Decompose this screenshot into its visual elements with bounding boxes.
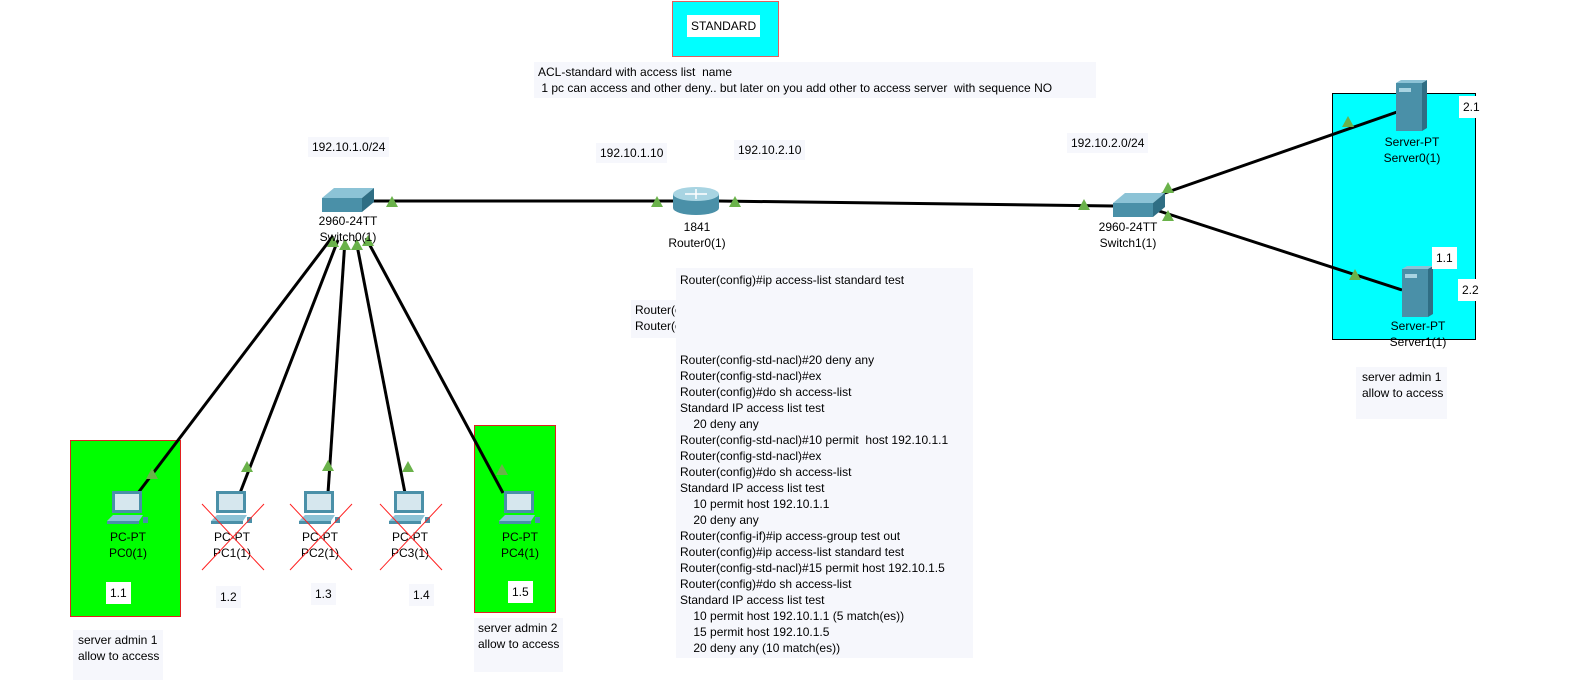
switch0-name: Switch0(1) bbox=[319, 230, 377, 244]
link-up-indicator-icon bbox=[402, 461, 414, 472]
pc2-addr: 1.3 bbox=[311, 583, 336, 605]
link-up-indicator-icon bbox=[322, 460, 334, 471]
server-icon[interactable] bbox=[1402, 266, 1434, 318]
pc-model: PC-PT bbox=[109, 530, 146, 544]
link-switch0-pc1 bbox=[238, 239, 340, 494]
link-router0-switch1 bbox=[717, 199, 1115, 208]
switch1-label: 2960-24TT Switch1(1) bbox=[1099, 219, 1158, 251]
link-up-indicator-icon bbox=[496, 464, 508, 475]
switch1-name: Switch1(1) bbox=[1099, 236, 1157, 250]
admin-note-right: server admin 1 allow to access bbox=[1356, 367, 1448, 419]
router0-label: 1841 Router0(1) bbox=[668, 219, 725, 251]
pc1-addr: 1.2 bbox=[216, 586, 241, 608]
pc-icon[interactable] bbox=[105, 489, 151, 529]
links-layer bbox=[136, 110, 1403, 494]
router0-model: 1841 bbox=[683, 220, 711, 234]
link-switch1-server1 bbox=[1155, 208, 1403, 292]
admin-note-left: server admin 1 allow to access bbox=[73, 630, 164, 680]
link-up-indicator-icon bbox=[1342, 116, 1354, 127]
pc4-label: PC-PT PC4(1) bbox=[501, 529, 539, 561]
link-switch0-pc3 bbox=[354, 239, 407, 494]
link-switch0-pc0 bbox=[136, 235, 335, 494]
link-switch1-server0 bbox=[1161, 110, 1398, 196]
server0-addr: 2.1 bbox=[1459, 96, 1484, 118]
pc-icon[interactable] bbox=[497, 489, 543, 529]
pc0-addr: 1.1 bbox=[106, 582, 131, 604]
admin-note-pc4: server admin 2 allow to access bbox=[474, 618, 564, 672]
server1-name: Server1(1) bbox=[1389, 335, 1447, 349]
router-icon[interactable] bbox=[673, 186, 721, 216]
pc0-label: PC-PT PC0(1) bbox=[109, 529, 147, 561]
deny-x-icon bbox=[201, 503, 265, 571]
deny-x-icon bbox=[289, 503, 353, 571]
server1-extra-label: 1.1 bbox=[1432, 247, 1457, 269]
server1-label: Server-PT Server1(1) bbox=[1390, 318, 1447, 350]
server0-label: Server-PT Server0(1) bbox=[1384, 134, 1441, 166]
pc4-addr: 1.5 bbox=[508, 581, 533, 603]
pc-name: PC4(1) bbox=[500, 546, 540, 560]
router0-name: Router0(1) bbox=[668, 236, 726, 250]
server0-model: Server-PT bbox=[1384, 135, 1440, 149]
pc3-addr: 1.4 bbox=[409, 584, 434, 606]
link-up-indicator-icon bbox=[1162, 182, 1174, 193]
server1-addr: 2.2 bbox=[1458, 279, 1483, 301]
deny-x-icon bbox=[379, 503, 443, 571]
switch0-label: 2960-24TT Switch0(1) bbox=[319, 213, 378, 245]
pc-model: PC-PT bbox=[501, 530, 538, 544]
packet-tracer-workspace[interactable]: STANDARD ACL-standard with access list n… bbox=[0, 0, 1582, 686]
pc-name: PC0(1) bbox=[108, 546, 148, 560]
server1-model: Server-PT bbox=[1390, 319, 1446, 333]
link-switch0-pc4 bbox=[364, 237, 505, 494]
server0-name: Server0(1) bbox=[1383, 151, 1441, 165]
link-switch0-pc2 bbox=[326, 239, 347, 494]
switch-icon[interactable] bbox=[322, 188, 374, 214]
switch-icon[interactable] bbox=[1113, 193, 1165, 219]
server-icon[interactable] bbox=[1396, 80, 1428, 132]
switch1-model: 2960-24TT bbox=[1098, 220, 1158, 234]
switch0-model: 2960-24TT bbox=[318, 214, 378, 228]
